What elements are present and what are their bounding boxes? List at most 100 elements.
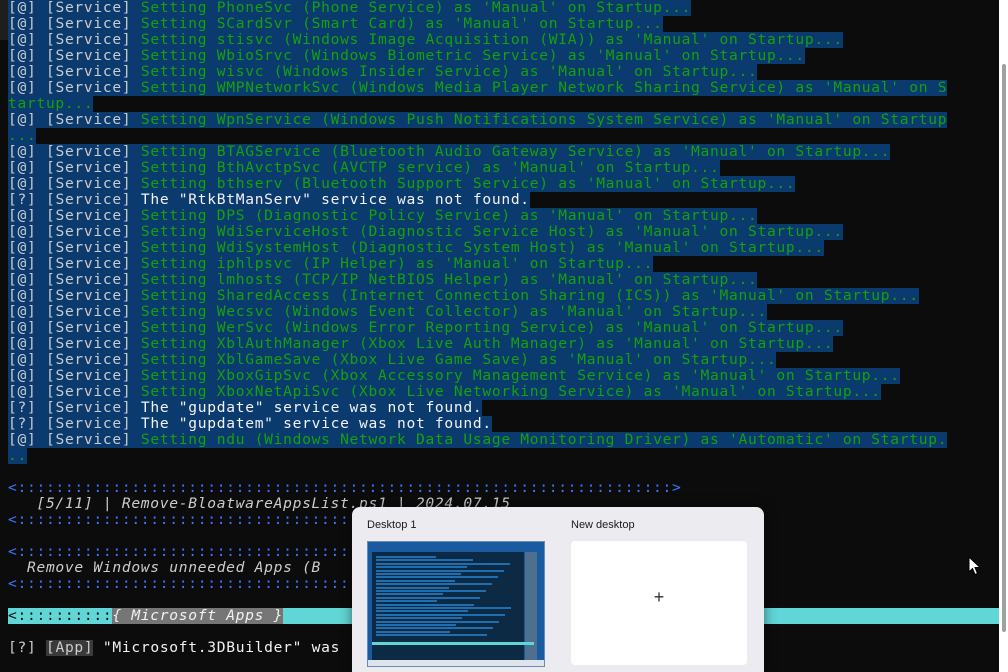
thumbnail-text-line bbox=[376, 617, 462, 620]
thumbnail-taskbar-preview bbox=[368, 660, 544, 666]
log-message: Setting DPS (Diagnostic Policy Service) … bbox=[140, 208, 758, 224]
log-line: [@] [Service] Setting XblGameSave (Xbox … bbox=[8, 352, 777, 368]
log-line: [@] [Service] Setting WerSvc (Windows Er… bbox=[8, 320, 843, 336]
log-line: [@] [Service] Setting WdiServiceHost (Di… bbox=[8, 224, 843, 240]
band-divider: <:::::::::: bbox=[8, 608, 113, 624]
category-tag: [Service] bbox=[45, 336, 132, 352]
new-desktop-label: New desktop bbox=[571, 519, 635, 531]
mouse-pointer-icon bbox=[968, 556, 982, 576]
app-line: [?] [App] "Microsoft.3DBuilder" was bbox=[8, 640, 340, 656]
log-line: [?] [Service] The "gupdate" service was … bbox=[8, 400, 483, 416]
category-tag: [Service] bbox=[45, 320, 132, 336]
status-tag: [?] bbox=[8, 400, 37, 416]
log-message: Setting stisvc (Windows Image Acquisitio… bbox=[140, 32, 843, 48]
category-tag: [Service] bbox=[45, 384, 132, 400]
status-tag: [@] bbox=[8, 80, 37, 96]
category-tag: [Service] bbox=[45, 0, 132, 16]
log-message: Setting XblAuthManager (Xbox Live Auth M… bbox=[140, 336, 834, 352]
log-line: [@] [Service] Setting BthAvctpSvc (AVCTP… bbox=[8, 160, 720, 176]
status-tag: [@] bbox=[8, 160, 37, 176]
log-line: [@] [Service] Setting BTAGService (Bluet… bbox=[8, 144, 891, 160]
thumbnail-text-line bbox=[376, 624, 456, 626]
log-line: ... bbox=[8, 128, 37, 144]
category-tag: [Service] bbox=[45, 160, 132, 176]
status-tag: [@] bbox=[8, 384, 37, 400]
status-tag: [@] bbox=[8, 112, 37, 128]
thumbnail-text-line bbox=[376, 569, 504, 572]
category-tag: [Service] bbox=[45, 208, 132, 224]
log-line: [@] [Service] Setting wisvc (Windows Ins… bbox=[8, 64, 758, 80]
status-tag: [@] bbox=[8, 224, 37, 240]
log-message: Setting WdiServiceHost (Diagnostic Servi… bbox=[140, 224, 843, 240]
log-line: [@] [Service] Setting iphlpsvc (IP Helpe… bbox=[8, 256, 654, 272]
apps-section-title: { Microsoft Apps } bbox=[112, 608, 284, 624]
thumbnail-text-line bbox=[376, 590, 486, 592]
category-tag: [Service] bbox=[45, 400, 132, 416]
category-tag: [Service] bbox=[45, 288, 132, 304]
thumbnail-band-preview bbox=[372, 642, 534, 645]
log-line: .. bbox=[8, 448, 27, 464]
category-tag: [Service] bbox=[45, 48, 132, 64]
thumbnail-text-line bbox=[376, 586, 449, 589]
log-line: [@] [Service] Setting WpnService (Window… bbox=[8, 112, 948, 128]
status-tag: [@] bbox=[8, 0, 37, 16]
desktop-1-label: Desktop 1 bbox=[367, 519, 417, 531]
log-message: "Microsoft.3DBuilder" was bbox=[102, 640, 341, 656]
log-message: Setting Wecsvc (Windows Event Collector)… bbox=[140, 304, 767, 320]
category-tag: [Service] bbox=[45, 64, 132, 80]
category-tag: [Service] bbox=[45, 16, 132, 32]
status-tag: [@] bbox=[8, 352, 37, 368]
category-tag: [Service] bbox=[45, 192, 132, 208]
thumbnail-text-line bbox=[376, 620, 499, 623]
thumbnail-text-line bbox=[376, 583, 492, 586]
log-line: [@] [Service] Setting Wecsvc (Windows Ev… bbox=[8, 304, 767, 320]
thumbnail-text-line bbox=[376, 562, 510, 565]
plus-icon: + bbox=[653, 587, 665, 607]
thumbnail-text-line bbox=[376, 607, 511, 609]
log-message: The "RtkBtManServ" service was not found… bbox=[140, 192, 530, 208]
category-tag: [Service] bbox=[45, 352, 132, 368]
category-tag: [Service] bbox=[45, 416, 132, 432]
log-message: ... bbox=[8, 128, 37, 144]
thumbnail-text-line bbox=[376, 627, 493, 630]
category-tag: [Service] bbox=[45, 144, 132, 160]
log-message: Setting WdiSystemHost (Diagnostic System… bbox=[140, 240, 824, 256]
thumbnail-text-line bbox=[376, 573, 461, 575]
status-tag: [@] bbox=[8, 16, 37, 32]
scrollbar-thumb[interactable] bbox=[1002, 64, 1006, 632]
log-message: Setting PhoneSvc (Phone Service) as 'Man… bbox=[140, 0, 692, 16]
status-tag: [@] bbox=[8, 336, 37, 352]
log-line: [@] [Service] Setting DPS (Diagnostic Po… bbox=[8, 208, 758, 224]
category-tag: [Service] bbox=[45, 240, 132, 256]
category-tag: [Service] bbox=[45, 32, 132, 48]
thumbnail-text-line bbox=[376, 576, 498, 579]
log-line: [@] [Service] Setting XboxNetApiSvc (Xbo… bbox=[8, 384, 881, 400]
log-line: [@] [Service] Setting WbioSrvc (Windows … bbox=[8, 48, 805, 64]
log-line: [?] [Service] The "RtkBtManServ" service… bbox=[8, 192, 530, 208]
status-tag: [@] bbox=[8, 320, 37, 336]
log-line: [@] [Service] Setting PhoneSvc (Phone Se… bbox=[8, 0, 692, 16]
log-message: Setting iphlpsvc (IP Helper) as 'Manual'… bbox=[140, 256, 654, 272]
log-line: [@] [Service] Setting lmhosts (TCP/IP Ne… bbox=[8, 272, 758, 288]
log-message: Setting BTAGService (Bluetooth Audio Gat… bbox=[140, 144, 891, 160]
thumbnail-text-line bbox=[376, 596, 480, 599]
thumbnail-text-line bbox=[376, 600, 437, 603]
thumbnail-text-line bbox=[376, 579, 455, 582]
desktop-1-thumbnail[interactable] bbox=[367, 541, 545, 667]
thumbnail-text-line bbox=[376, 556, 436, 558]
task-view-panel: Desktop 1 New desktop + bbox=[352, 507, 764, 672]
log-line: [?] [Service] The "gupdatem" service was… bbox=[8, 416, 492, 432]
category-tag: [App] bbox=[45, 640, 94, 656]
new-desktop-button[interactable]: + bbox=[571, 541, 747, 665]
log-message: Setting SCardSvr (Smart Card) as 'Manual… bbox=[140, 16, 663, 32]
category-tag: [Service] bbox=[45, 256, 132, 272]
status-tag: [@] bbox=[8, 432, 37, 448]
log-message: Setting bthserv (Bluetooth Support Servi… bbox=[140, 176, 796, 192]
status-tag: [?] bbox=[8, 640, 37, 656]
log-message: Setting WMPNetworkSvc (Windows Media Pla… bbox=[140, 80, 948, 96]
log-line: [@] [Service] Setting XboxGipSvc (Xbox A… bbox=[8, 368, 900, 384]
status-tag: [@] bbox=[8, 176, 37, 192]
status-tag: [?] bbox=[8, 416, 37, 432]
category-tag: [Service] bbox=[45, 80, 132, 96]
log-message: Setting SharedAccess (Internet Connectio… bbox=[140, 288, 919, 304]
